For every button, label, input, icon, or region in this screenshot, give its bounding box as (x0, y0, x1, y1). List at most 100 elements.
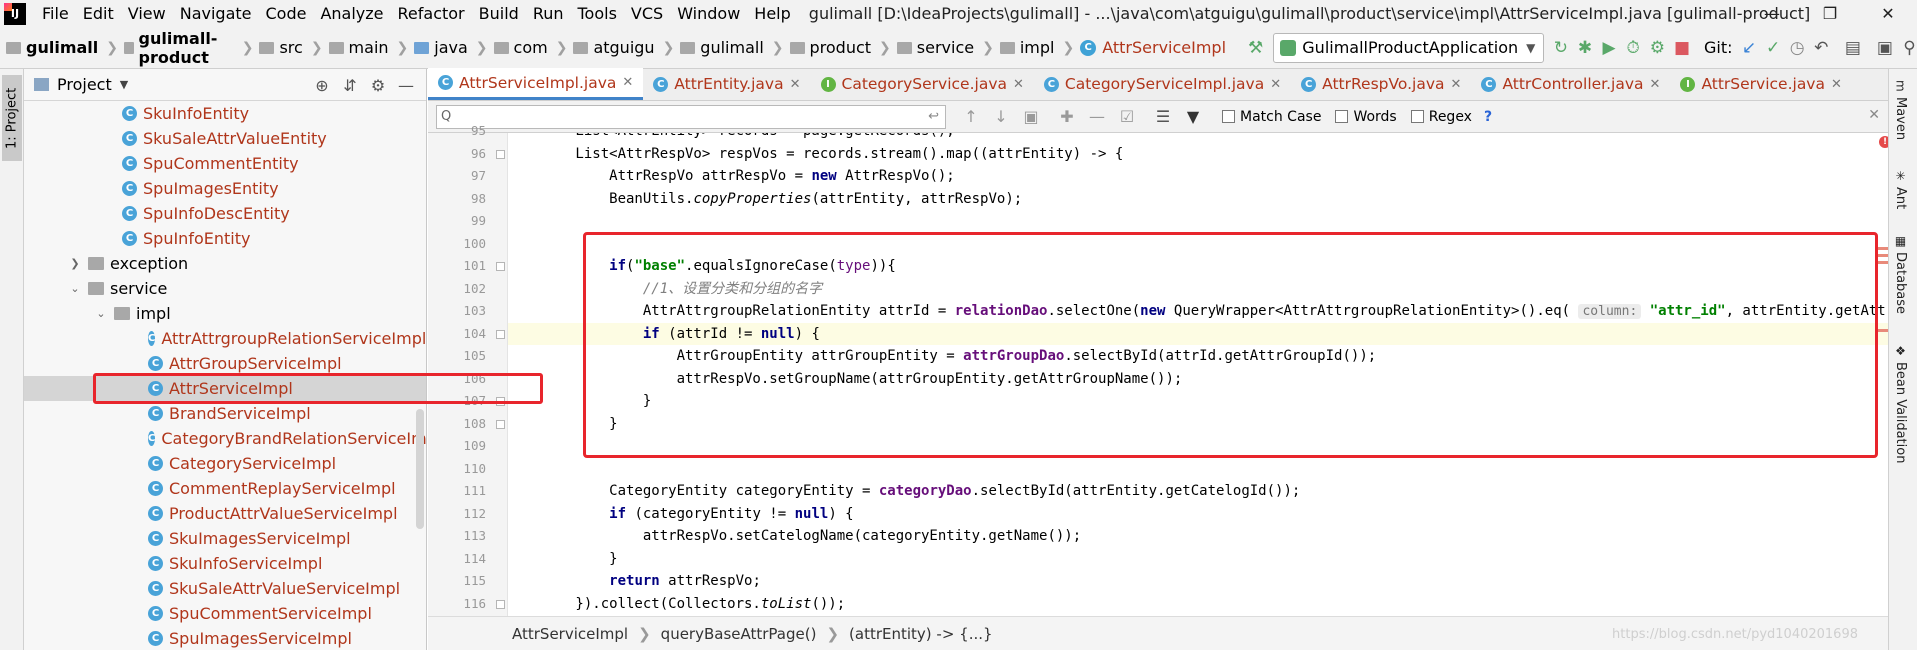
nav-crumb-src[interactable]: src ❯ (253, 27, 323, 69)
tree-folder-exception[interactable]: ❯ exception (24, 251, 426, 276)
menu-refactor[interactable]: Refactor (398, 4, 465, 23)
stop-icon[interactable]: ■ (1674, 37, 1690, 59)
tree-item[interactable]: C BrandServiceImpl (24, 401, 426, 426)
line-number[interactable]: 112 (428, 503, 486, 526)
project-structure-icon[interactable]: ▤ (1845, 37, 1861, 59)
tab-attr-resp-vo[interactable]: C AttrRespVo.java ✕ (1291, 68, 1471, 100)
nav-crumb-service[interactable]: service ❯ (891, 27, 994, 69)
remove-selection-icon[interactable]: — (1082, 107, 1112, 126)
line-number[interactable]: 96 (428, 143, 486, 166)
bean-validation-tool-tab[interactable]: ❖ Bean Validation (1893, 344, 1908, 463)
tree-item[interactable]: C SpuInfoDescEntity (24, 201, 426, 226)
history-icon[interactable]: ↩ (928, 109, 939, 124)
tree-item[interactable]: C AttrAttrgroupRelationServiceImpl (24, 326, 426, 351)
match-case-checkbox[interactable]: Match Case (1222, 109, 1321, 125)
menu-file[interactable]: File (42, 4, 69, 23)
minimize-icon[interactable]: — (1743, 0, 1801, 27)
close-icon[interactable]: ✕ (1013, 77, 1024, 92)
close-icon[interactable]: ✕ (1650, 77, 1661, 92)
profile-icon[interactable]: ⏱ (1626, 37, 1641, 59)
tree-item[interactable]: C SpuImagesServiceImpl (24, 626, 426, 650)
chevron-down-icon[interactable]: ⌄ (94, 307, 108, 320)
chevron-down-icon[interactable]: ▼ (120, 78, 128, 91)
close-icon[interactable]: ✕ (1868, 107, 1880, 123)
close-icon[interactable]: ✕ (1270, 77, 1281, 92)
project-tool-tab[interactable]: 1: Project (2, 75, 22, 161)
regex-checkbox[interactable]: Regex (1410, 109, 1472, 125)
git-update-icon[interactable]: ↙ (1742, 37, 1757, 59)
close-icon[interactable]: ✕ (622, 75, 633, 90)
nav-crumb-class[interactable]: C AttrServiceImpl (1074, 27, 1226, 69)
line-number[interactable]: 104 (428, 323, 486, 346)
tab-attr-service[interactable]: I AttrService.java ✕ (1670, 68, 1851, 100)
nav-crumb-product[interactable]: product ❯ (784, 27, 891, 69)
tree-item[interactable]: C SkuImagesServiceImpl (24, 526, 426, 551)
git-rollback-icon[interactable]: ↶ (1814, 37, 1829, 59)
attach-icon[interactable]: ⚙ (1650, 37, 1665, 59)
words-checkbox[interactable]: Words (1335, 109, 1397, 125)
fold-marker-icon[interactable] (496, 262, 505, 271)
project-panel-scrollbar[interactable] (416, 409, 424, 529)
line-number[interactable]: 100 (428, 233, 486, 256)
presentation-icon[interactable]: ▣ (1877, 37, 1893, 59)
nav-crumb-java[interactable]: java ❯ (408, 27, 488, 69)
line-number[interactable]: 105 (428, 345, 486, 368)
line-number[interactable]: 97 (428, 165, 486, 188)
tab-category-service-impl[interactable]: C CategoryServiceImpl.java ✕ (1034, 68, 1291, 100)
menu-tools[interactable]: Tools (578, 4, 617, 23)
chevron-right-icon[interactable]: ❯ (68, 257, 82, 270)
tree-item[interactable]: C SkuInfoEntity (24, 101, 426, 126)
menu-help[interactable]: Help (754, 4, 790, 23)
nav-crumb-module[interactable]: gulimall-product ❯ (118, 27, 253, 69)
tree-item[interactable]: C SpuImagesEntity (24, 176, 426, 201)
menu-code[interactable]: Code (266, 4, 307, 23)
menu-analyze[interactable]: Analyze (320, 4, 383, 23)
menu-navigate[interactable]: Navigate (180, 4, 252, 23)
line-number[interactable]: 113 (428, 525, 486, 548)
tab-attr-service-impl[interactable]: C AttrServiceImpl.java ✕ (428, 68, 644, 100)
breadcrumb-lambda[interactable]: (attrEntity) -> {...} (849, 625, 993, 643)
nav-crumb-main[interactable]: main ❯ (323, 27, 408, 69)
tree-item[interactable]: C SpuCommentServiceImpl (24, 601, 426, 626)
rerun-icon[interactable]: ↻ (1553, 37, 1568, 59)
maven-tool-tab[interactable]: m Maven (1893, 79, 1908, 140)
nav-crumb-com[interactable]: com ❯ (488, 27, 567, 69)
line-number[interactable]: 99 (428, 210, 486, 233)
fold-marker-icon[interactable] (496, 149, 505, 159)
previous-occurrence-icon[interactable]: ↑ (956, 107, 986, 126)
menu-vcs[interactable]: VCS (631, 4, 663, 23)
git-history-icon[interactable]: ◷ (1790, 37, 1805, 59)
menu-window[interactable]: Window (677, 4, 740, 23)
add-selection-icon[interactable]: ✚ (1052, 107, 1082, 126)
run-coverage-icon[interactable]: ▶ (1602, 37, 1617, 59)
git-commit-icon[interactable]: ✓ (1766, 37, 1781, 59)
collapse-all-icon[interactable]: ⇵ (336, 76, 364, 95)
nav-crumb-impl[interactable]: impl ❯ (994, 27, 1074, 69)
breadcrumb-method[interactable]: queryBaseAttrPage() (661, 625, 817, 643)
tree-item[interactable]: C SkuInfoServiceImpl (24, 551, 426, 576)
close-icon[interactable]: ✕ (1831, 77, 1842, 92)
line-number[interactable]: 102 (428, 278, 486, 301)
next-occurrence-icon[interactable]: ↓ (986, 107, 1016, 126)
gear-icon[interactable]: ⚙ (364, 76, 392, 95)
search-everywhere-icon[interactable]: ⚲ (1902, 37, 1917, 59)
tree-item[interactable]: C SkuSaleAttrValueEntity (24, 126, 426, 151)
filter-icon[interactable]: ▼ (1178, 107, 1208, 126)
build-hammer-icon[interactable]: ⚒ (1248, 37, 1263, 59)
line-number[interactable]: 98 (428, 188, 486, 211)
close-icon[interactable]: ✕ (790, 77, 801, 92)
close-icon[interactable]: ✕ (1451, 77, 1462, 92)
fold-marker-icon[interactable] (496, 419, 505, 429)
select-all-occurrences-icon[interactable]: ▣ (1016, 107, 1046, 126)
nav-crumb-atguigu[interactable]: atguigu ❯ (567, 27, 674, 69)
find-input[interactable]: Q ↩ (436, 104, 946, 129)
line-number[interactable]: 111 (428, 480, 486, 503)
line-number[interactable]: 108 (428, 413, 486, 436)
tree-item[interactable]: C SpuCommentEntity (24, 151, 426, 176)
fold-marker-icon[interactable] (496, 329, 505, 339)
debug-icon[interactable]: ✱ (1577, 37, 1592, 59)
breadcrumb-class[interactable]: AttrServiceImpl (512, 625, 628, 643)
line-number[interactable]: 109 (428, 435, 486, 458)
line-number[interactable]: 95 (428, 120, 486, 143)
nav-crumb-gulimall[interactable]: gulimall ❯ (674, 27, 784, 69)
